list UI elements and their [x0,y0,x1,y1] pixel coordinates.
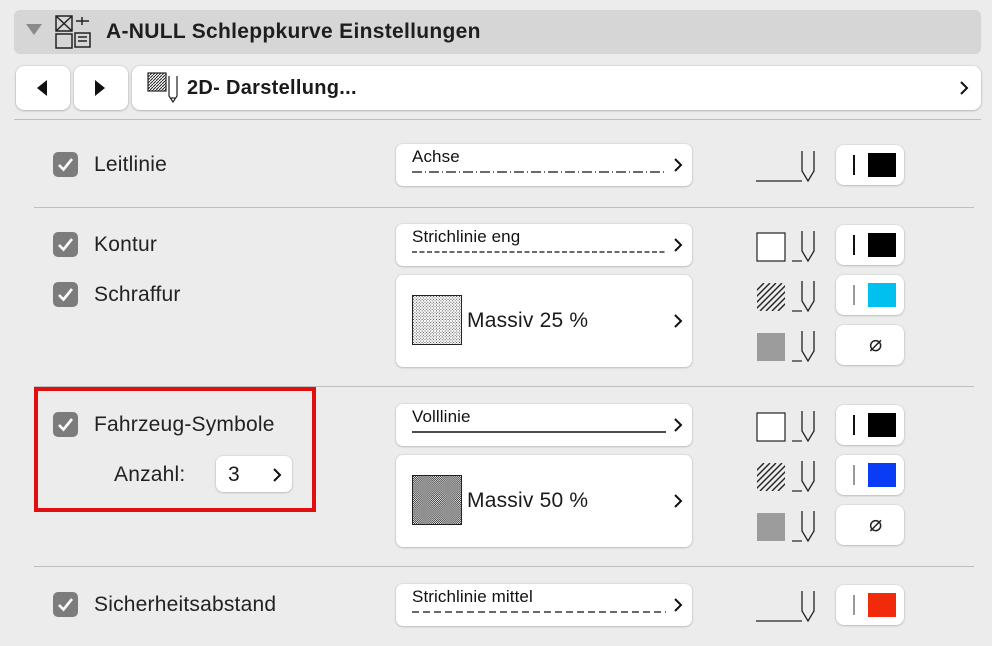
fill-pattern-25-swatch [412,295,462,345]
checkmark-icon [58,288,74,302]
chevron-right-icon [674,494,683,508]
chevron-right-icon [273,468,282,482]
chevron-right-icon [674,418,683,432]
line-type-name: Strichlinie eng [412,227,521,246]
anzahl-selector[interactable]: 3 [216,456,292,492]
pen-color-swatch [868,413,896,437]
hatch-background-pen-icon[interactable] [756,327,820,365]
pen-color-swatch [868,153,896,177]
fahrzeug-fill-background-color-button[interactable]: ⌀ [836,505,904,545]
schraffur-checkbox[interactable] [53,282,78,307]
anzahl-value: 3 [228,463,240,486]
checkmark-icon [58,418,74,432]
kontur-label: Kontur [94,233,158,256]
kontur-line-type-selector[interactable]: Strichlinie eng [396,224,692,266]
separator [34,207,974,208]
dashed-medium-line-preview [412,611,666,613]
pen-weight-bar [853,155,855,175]
schraffur-foreground-color-button[interactable] [836,275,904,315]
line-pen-icon[interactable] [756,147,820,185]
pen-weight-bar [853,235,855,255]
contour-pen-icon[interactable] [756,227,820,265]
2d-representation-icon [147,72,178,104]
solid-line-preview [412,431,666,433]
leitlinie-line-type-selector[interactable]: Achse [396,144,692,186]
hatch-foreground-pen-icon[interactable] [756,277,820,315]
checkmark-icon [58,158,74,172]
previous-page-button[interactable] [16,66,70,110]
pen-color-swatch [868,593,896,617]
pen-weight-bar [853,465,855,485]
fill-name: Massiv 25 % [467,309,589,332]
disclosure-triangle-icon[interactable] [26,24,42,35]
schraffur-label: Schraffur [94,283,181,306]
fahrzeug-symbole-label: Fahrzeug-Symbole [94,413,275,436]
vehicle-hatch-foreground-pen-icon[interactable] [756,457,820,495]
transparent-color-icon: ⌀ [869,331,883,356]
kontur-pen-color-button[interactable] [836,225,904,265]
pen-color-swatch [868,283,896,307]
pen-color-swatch [868,233,896,257]
fahrzeug-pen-color-button[interactable] [836,405,904,445]
pen-weight-bar [853,415,855,435]
line-type-name: Volllinie [412,407,471,426]
sicherheitsabstand-pen-color-button[interactable] [836,585,904,625]
kontur-checkbox[interactable] [53,232,78,257]
chevron-right-icon [674,158,683,172]
chevron-right-icon [674,314,683,328]
dash-dot-line-preview [412,171,666,173]
fill-name: Massiv 50 % [467,489,589,512]
highlight-box [34,387,316,512]
safety-line-pen-icon[interactable] [756,587,820,625]
pen-color-swatch [868,463,896,487]
separator [14,119,981,120]
schraffur-background-color-button[interactable]: ⌀ [836,325,904,365]
dashed-line-preview [412,251,666,253]
arrow-right-icon [95,80,105,96]
next-page-button[interactable] [74,66,128,110]
line-type-name: Strichlinie mittel [412,587,533,606]
leitlinie-checkbox[interactable] [53,152,78,177]
schraffur-fill-selector[interactable]: Massiv 25 % [396,275,692,367]
chevron-right-icon [960,81,969,95]
pen-weight-bar [853,595,855,615]
sicherheitsabstand-line-type-selector[interactable]: Strichlinie mittel [396,584,692,626]
fahrzeug-symbole-checkbox[interactable] [53,412,78,437]
line-type-name: Achse [412,147,460,166]
leitlinie-pen-color-button[interactable] [836,145,904,185]
settings-dialog-icon [55,15,91,49]
chevron-right-icon [674,598,683,612]
panel-title: A-NULL Schleppkurve Einstellungen [106,20,481,43]
fahrzeug-fill-selector[interactable]: Massiv 50 % [396,455,692,547]
vehicle-contour-pen-icon[interactable] [756,407,820,445]
vehicle-hatch-background-pen-icon[interactable] [756,507,820,545]
checkmark-icon [58,238,74,252]
fill-pattern-50-swatch [412,475,462,525]
chevron-right-icon [674,238,683,252]
pen-weight-bar [853,285,855,305]
separator [34,566,974,567]
page-selector[interactable]: 2D- Darstellung... [132,66,981,110]
page-label: 2D- Darstellung... [187,77,357,99]
sicherheitsabstand-label: Sicherheitsabstand [94,593,277,616]
fahrzeug-fill-foreground-color-button[interactable] [836,455,904,495]
leitlinie-label: Leitlinie [94,153,168,176]
arrow-left-icon [37,80,47,96]
transparent-color-icon: ⌀ [869,511,883,536]
fahrzeug-line-type-selector[interactable]: Volllinie [396,404,692,446]
sicherheitsabstand-checkbox[interactable] [53,592,78,617]
checkmark-icon [58,598,74,612]
anzahl-label: Anzahl: [114,463,186,486]
